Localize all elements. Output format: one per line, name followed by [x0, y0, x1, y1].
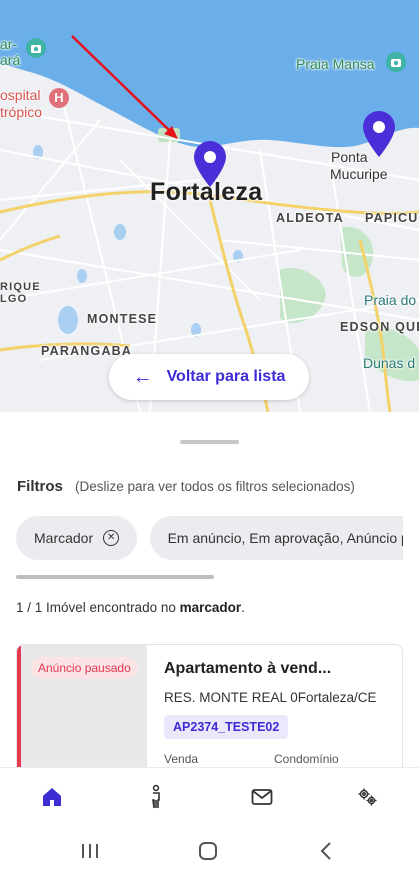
map-label-iracema-1: ar- — [0, 36, 18, 52]
camera-poi-icon — [26, 38, 46, 58]
system-navigation-bar — [0, 825, 419, 877]
bottom-tab-bar — [0, 767, 419, 825]
map-label-papicu: PAPICU — [365, 211, 419, 225]
map-label-praia-do: Praia do — [364, 292, 417, 308]
close-circle-icon[interactable]: ✕ — [103, 530, 120, 546]
filter-chip-status[interactable]: Em anúncio, Em aprovação, Anúncio pausad… — [149, 516, 403, 560]
listing-title: Apartamento à vend... — [164, 660, 332, 677]
map-label-dunas: Dunas d — [363, 355, 416, 371]
listing-address: RES. MONTE REAL 0Fortaleza/CE — [164, 690, 377, 705]
back-chevron-icon[interactable] — [306, 835, 346, 867]
listing-card[interactable]: Anúncio pausado Apartamento à vend... RE… — [16, 644, 403, 784]
listing-thumbnail: Anúncio pausado — [21, 645, 147, 783]
map-label-praia-mansa: Praia Mansa — [296, 56, 375, 72]
listing-condo-label: Condomínio — [274, 752, 339, 766]
arrow-left-icon: ← — [132, 366, 153, 388]
status-badge: Anúncio pausado — [31, 657, 138, 679]
map-label-parangaba: PARANGABA — [41, 344, 133, 358]
map-label-iracema-2: ará — [0, 52, 21, 68]
filter-chips[interactable]: Marcador ✕ Em anúncio, Em aprovação, Anú… — [16, 516, 403, 562]
person-icon[interactable] — [141, 782, 171, 812]
filter-chip-label: Em anúncio, Em aprovação, Anúncio pausad… — [167, 530, 403, 546]
hospital-icon: H — [49, 88, 69, 108]
map-marker-pin-icon[interactable] — [361, 110, 397, 158]
map-label-edson-queiroz: EDSON QUE — [340, 320, 419, 334]
back-to-list-button[interactable]: ← Voltar para lista — [109, 354, 309, 400]
back-to-list-label: Voltar para lista — [166, 368, 286, 385]
map-label-aldeota: ALDEOTA — [276, 211, 344, 225]
filters-hint: (Deslize para ver todos os filtros selec… — [75, 479, 355, 494]
filter-chip-marker[interactable]: Marcador ✕ — [16, 516, 138, 560]
settings-icon[interactable] — [352, 782, 382, 812]
filter-chip-label: Marcador — [34, 530, 94, 546]
map-label-lgo: LGO — [0, 293, 28, 305]
chips-scrollbar[interactable] — [16, 575, 214, 579]
map-label-hospital-2: trópico — [0, 104, 43, 120]
result-count-marker: marcador — [179, 600, 242, 615]
map-label-rique: RIQUE — [0, 281, 41, 293]
map-label-mucuripe: Mucuripe — [330, 166, 388, 182]
drag-handle[interactable] — [180, 440, 239, 444]
mail-icon[interactable] — [247, 782, 277, 812]
map-view[interactable]: H ar- ará Praia Mansa ospital trópico Po… — [0, 0, 419, 412]
map-marker-pin-icon[interactable] — [192, 140, 228, 188]
home-circle-icon[interactable] — [188, 835, 228, 867]
results-sheet: Filtros (Deslize para ver todos os filtr… — [0, 412, 419, 784]
result-count-suffix: . — [241, 600, 245, 615]
listing-code-badge: AP2374_TESTE02 — [164, 715, 289, 739]
camera-poi-icon — [386, 52, 406, 72]
listing-sale-label: Venda — [164, 752, 199, 766]
recent-apps-icon[interactable] — [70, 835, 110, 867]
home-icon[interactable] — [37, 782, 67, 812]
filters-title: Filtros — [17, 478, 63, 495]
map-label-hospital-1: ospital — [0, 87, 41, 103]
map-label-montese: MONTESE — [87, 312, 158, 326]
result-count-prefix: 1 / 1 Imóvel encontrado no — [16, 600, 180, 615]
result-count: 1 / 1 Imóvel encontrado no marcador. — [16, 600, 245, 615]
